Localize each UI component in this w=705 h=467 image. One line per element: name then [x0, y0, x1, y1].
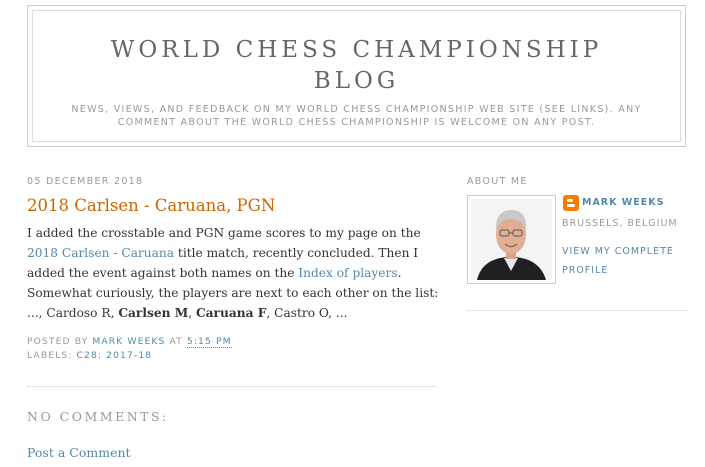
- posted-by-label: POSTED BY: [27, 336, 89, 347]
- post-timestamp-link[interactable]: 5:15 PM: [186, 336, 232, 348]
- post-labels-line: LABELS: C28: 2017-18: [27, 349, 232, 363]
- player-name-carlsen: Carlsen M: [118, 306, 189, 320]
- post-date: 05 DECEMBER 2018: [27, 176, 144, 187]
- about-me-heading: ABOUT ME: [467, 176, 528, 187]
- blogger-icon[interactable]: [563, 195, 579, 211]
- post-title[interactable]: 2018 Carlsen - Caruana, PGN: [27, 196, 275, 215]
- sidebar-divider: [467, 310, 687, 311]
- posted-at-label: AT: [169, 336, 183, 347]
- blog-header: WORLD CHESS CHAMPIONSHIP BLOG NEWS, VIEW…: [27, 5, 686, 147]
- post-label-link[interactable]: C28: 2017-18: [77, 350, 153, 361]
- post-body-text: ,: [188, 306, 196, 320]
- post-body-text: I added the crosstable and PGN game scor…: [27, 226, 421, 240]
- view-profile-link[interactable]: VIEW MY COMPLETE PROFILE: [562, 242, 687, 280]
- profile-name-link[interactable]: MARK WEEKS: [582, 197, 664, 208]
- blogger-icon-glyph: [567, 199, 575, 207]
- post-body-text: , Castro O, ...: [266, 306, 348, 320]
- post-comment-link[interactable]: Post a Comment: [27, 445, 131, 460]
- profile-photo-image: [471, 199, 552, 280]
- blog-title-line1: WORLD CHESS CHAMPIONSHIP: [110, 37, 603, 63]
- blog-title-line2: BLOG: [313, 68, 400, 94]
- blog-description-line2: COMMENT ABOUT THE WORLD CHESS CHAMPIONSH…: [117, 117, 596, 128]
- profile-photo[interactable]: [467, 195, 556, 284]
- post-footer: POSTED BY MARK WEEKS AT 5:15 PM LABELS: …: [27, 335, 232, 363]
- player-name-caruana: Caruana F: [195, 306, 267, 320]
- blog-title[interactable]: WORLD CHESS CHAMPIONSHIP BLOG: [33, 35, 680, 97]
- post-divider: [27, 386, 437, 387]
- blog-description: NEWS, VIEWS, AND FEEDBACK ON MY WORLD CH…: [43, 103, 670, 129]
- index-of-players-link[interactable]: Index of players: [298, 266, 397, 280]
- comments-heading: NO COMMENTS:: [27, 409, 169, 424]
- blog-header-inner: WORLD CHESS CHAMPIONSHIP BLOG NEWS, VIEW…: [32, 10, 681, 142]
- blog-description-line1: NEWS, VIEWS, AND FEEDBACK ON MY WORLD CH…: [71, 104, 642, 115]
- post-author-line: POSTED BY MARK WEEKS AT 5:15 PM: [27, 335, 232, 349]
- labels-prefix: LABELS:: [27, 350, 73, 361]
- post-body: I added the crosstable and PGN game scor…: [27, 223, 441, 323]
- profile-location: BRUSSELS, BELGIUM: [562, 218, 678, 229]
- post-author-link[interactable]: MARK WEEKS: [92, 336, 165, 347]
- match-page-link[interactable]: 2018 Carlsen - Caruana: [27, 246, 174, 260]
